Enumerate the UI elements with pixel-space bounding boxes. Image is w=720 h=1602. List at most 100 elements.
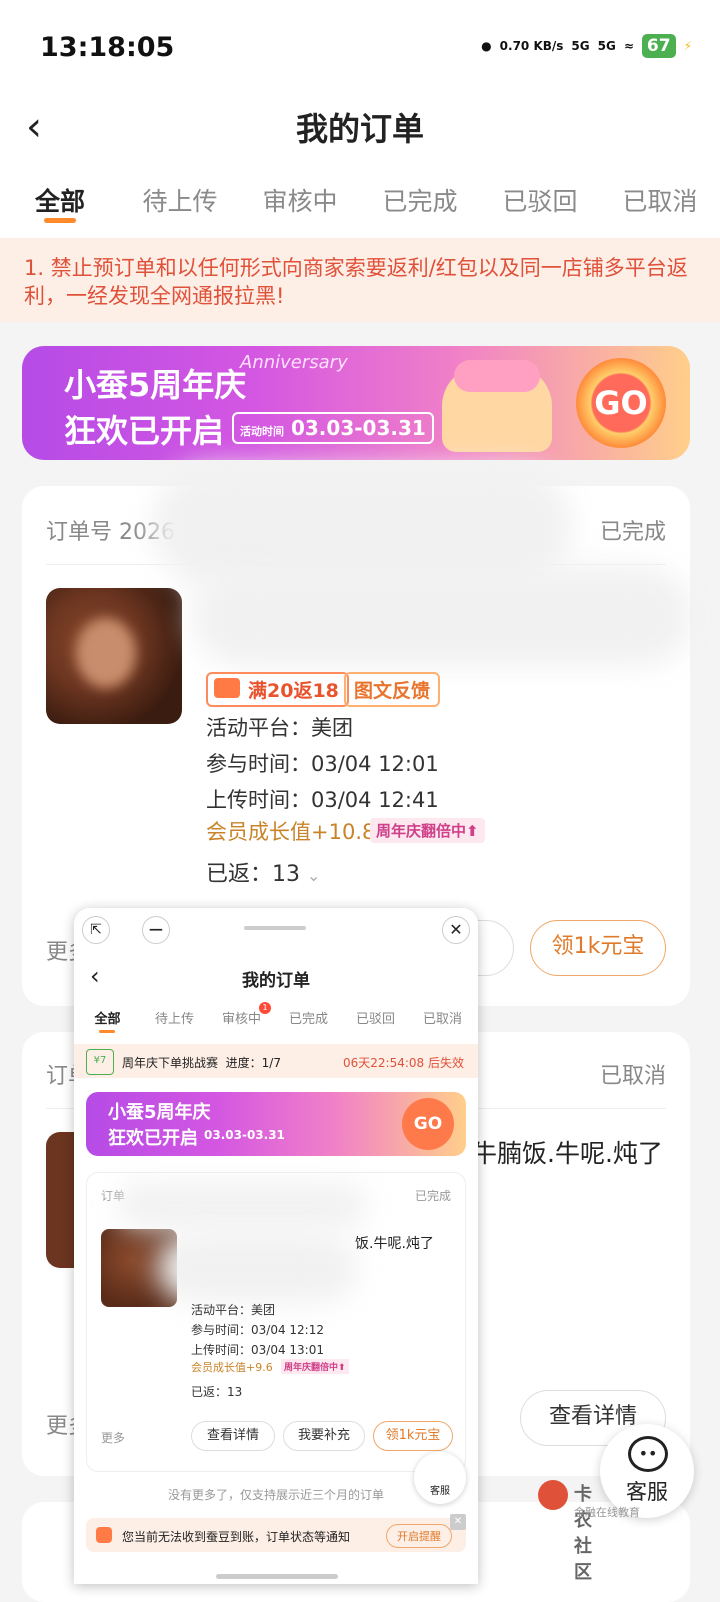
challenge-label: 周年庆下单挑战赛 xyxy=(122,1056,219,1070)
net-speed: 0.70 KB/s xyxy=(499,39,564,53)
battery-icon: 67 xyxy=(641,34,676,58)
redacted-region xyxy=(157,1233,357,1303)
banner-dates: 活动时间 03.03-03.31 xyxy=(232,412,434,444)
order-status: 已完成 xyxy=(414,1189,451,1203)
window-bar[interactable]: ⇱ − ✕ xyxy=(74,908,478,956)
banner-line1: 小蚕5周年庆 xyxy=(108,1102,211,1123)
go-button[interactable]: GO xyxy=(402,1098,454,1150)
order-tabs: 全部 待上传 审核中 1 已完成 已驳回 已取消 xyxy=(74,1002,478,1033)
feedback-tag: 图文反馈 xyxy=(344,672,441,707)
no-more-text: 没有更多了，仅支持展示近三个月的订单 xyxy=(167,1488,384,1502)
watermark-title: 卡农社区 xyxy=(574,1484,592,1583)
tab-rejected[interactable]: 已驳回 xyxy=(480,162,600,238)
watermark-subtitle: 金融在线教育 xyxy=(574,1506,640,1519)
order-card: 订单 已完成 饭.牛呢.炖了 活动平台：美团 参与时间：03/04 12:12 … xyxy=(86,1172,466,1472)
upload-time: 上传时间：03/04 13:01 xyxy=(191,1343,324,1357)
challenge-progress: 进度：1/7 xyxy=(225,1056,281,1070)
double-badge: 周年庆翻倍中⬆ xyxy=(370,818,485,843)
challenge-text: 周年庆下单挑战赛 进度：1/7 xyxy=(122,1054,281,1071)
expand-icon[interactable]: ⇱ xyxy=(82,916,110,944)
anniversary-banner[interactable]: 小蚕5周年庆 狂欢已开启 03.03-03.31 GO xyxy=(86,1092,466,1156)
tab-reviewing-label: 审核中 xyxy=(221,1012,261,1027)
platform-info: 活动平台：美团 xyxy=(206,716,353,740)
tab-all[interactable]: 全部 xyxy=(0,162,120,238)
banner-line1: 小蚕5周年庆 xyxy=(64,366,247,404)
go-button[interactable]: GO xyxy=(576,358,666,448)
tab-completed[interactable]: 已完成 xyxy=(275,1008,342,1027)
order-status: 已取消 xyxy=(599,1064,666,1089)
tab-badge: 1 xyxy=(259,1002,271,1014)
banner-activity-label: 活动时间 xyxy=(240,425,284,438)
redacted-region xyxy=(117,1183,367,1227)
chat-face-icon: •• xyxy=(628,1436,668,1472)
yuanbao-button[interactable]: 领1k元宝 xyxy=(373,1421,453,1451)
upload-time: 上传时间：03/04 12:41 xyxy=(206,788,439,812)
banner-line2: 狂欢已开启 xyxy=(64,412,225,450)
banner-script: Anniversary xyxy=(240,352,348,373)
notification-bar: 您当前无法收到蚕豆到账，订单状态等通知 开启提醒 ✕ xyxy=(86,1514,466,1552)
product-title: 牛腩饭.牛呢.炖了 xyxy=(472,1139,663,1168)
notice-banner: 1. 禁止预订单和以任何形式向商家索要返利/红包以及同一店铺多平台返利，一经发现… xyxy=(0,238,720,322)
product-title: 饭.牛呢.炖了 xyxy=(355,1236,434,1252)
redacted-region xyxy=(192,566,692,666)
challenge-countdown: 06天22:54:08 后失效 xyxy=(343,1056,464,1070)
tab-completed[interactable]: 已完成 xyxy=(360,162,480,238)
banner-line2: 狂欢已开启 xyxy=(108,1128,198,1149)
coupon-icon: ¥7 xyxy=(86,1049,114,1075)
product-thumbnail xyxy=(46,588,182,724)
signal-5g-2: 5G xyxy=(597,39,616,53)
double-badge: 周年庆翻倍中⬆ xyxy=(281,1359,349,1374)
join-time: 参与时间：03/04 12:01 xyxy=(206,752,439,776)
challenge-bar[interactable]: ¥7 周年庆下单挑战赛 进度：1/7 06天22:54:08 后失效 xyxy=(74,1044,478,1078)
more-link[interactable]: 更多 xyxy=(101,1429,125,1446)
yuanbao-button[interactable]: 领1k元宝 xyxy=(530,920,666,976)
notification-text: 您当前无法收到蚕豆到账，订单状态等通知 xyxy=(122,1530,351,1544)
tab-cancelled[interactable]: 已取消 xyxy=(409,1008,476,1027)
floating-window[interactable]: ⇱ − ✕ ‹ 我的订单 全部 待上传 审核中 1 已完成 已驳回 已取消 ¥7 … xyxy=(74,908,478,1584)
details-button[interactable]: 查看详情 xyxy=(191,1421,275,1451)
returned-amount[interactable]: 已返：13 xyxy=(191,1383,242,1400)
tab-reviewing[interactable]: 审核中 xyxy=(240,162,360,238)
wifi-icon: ≈ xyxy=(623,39,634,53)
tab-pending-upload[interactable]: 待上传 xyxy=(120,162,240,238)
minimize-icon[interactable]: − xyxy=(142,916,170,944)
supplement-button[interactable]: 我要补充 xyxy=(283,1421,365,1451)
enable-reminder-button[interactable]: 开启提醒 xyxy=(386,1524,452,1548)
watermark-logo xyxy=(538,1480,568,1510)
status-bar: 13:18:05 ● 0.70 KB/s 5G 5G ≈ 67 ⚡ xyxy=(0,0,720,92)
page-title: 我的订单 xyxy=(295,110,424,148)
customer-service-label: 客服 xyxy=(626,1480,668,1504)
anniversary-banner[interactable]: Anniversary 小蚕5周年庆 狂欢已开启 活动时间 03.03-03.3… xyxy=(22,346,690,460)
order-status: 已完成 xyxy=(599,520,666,545)
refund-tag: 满20返18 xyxy=(206,672,349,707)
tab-rejected[interactable]: 已驳回 xyxy=(342,1008,409,1027)
order-tabs: 全部 待上传 审核中 已完成 已驳回 已取消 xyxy=(0,162,720,238)
nav-bar: ‹ 我的订单 xyxy=(0,92,720,162)
banner-date-range: 03.03-03.31 xyxy=(204,1128,285,1142)
close-icon[interactable]: ✕ xyxy=(442,916,470,944)
charging-icon: ⚡ xyxy=(683,39,692,53)
close-icon[interactable]: ✕ xyxy=(450,1514,466,1530)
platform-info: 活动平台：美团 xyxy=(191,1303,276,1317)
cake-illustration xyxy=(442,360,552,452)
clock: 13:18:05 xyxy=(40,32,175,63)
system-icons: ● 0.70 KB/s 5G 5G ≈ 67 ⚡ xyxy=(481,34,692,58)
growth-value: 会员成长值+9.6 xyxy=(191,1361,273,1374)
tab-reviewing[interactable]: 审核中 1 xyxy=(208,1002,275,1027)
join-time: 参与时间：03/04 12:12 xyxy=(191,1323,324,1337)
speaker-icon xyxy=(96,1527,112,1543)
returned-amount[interactable]: 已返：13 ⌄ xyxy=(206,856,320,888)
chevron-down-icon: ⌄ xyxy=(307,866,321,885)
tab-all[interactable]: 全部 xyxy=(74,1008,141,1033)
location-icon: ● xyxy=(481,39,492,53)
returned-value: 13 xyxy=(272,862,301,887)
banner-date-range: 03.03-03.31 xyxy=(290,416,426,440)
growth-value: 会员成长值+10.8 xyxy=(206,820,376,844)
home-indicator xyxy=(216,1574,338,1579)
tab-cancelled[interactable]: 已取消 xyxy=(600,162,720,238)
page-title: 我的订单 xyxy=(242,971,310,991)
drag-handle[interactable] xyxy=(244,926,306,930)
tab-pending-upload[interactable]: 待上传 xyxy=(141,1008,208,1027)
signal-5g-1: 5G xyxy=(571,39,590,53)
returned-label: 已返： xyxy=(206,862,273,887)
